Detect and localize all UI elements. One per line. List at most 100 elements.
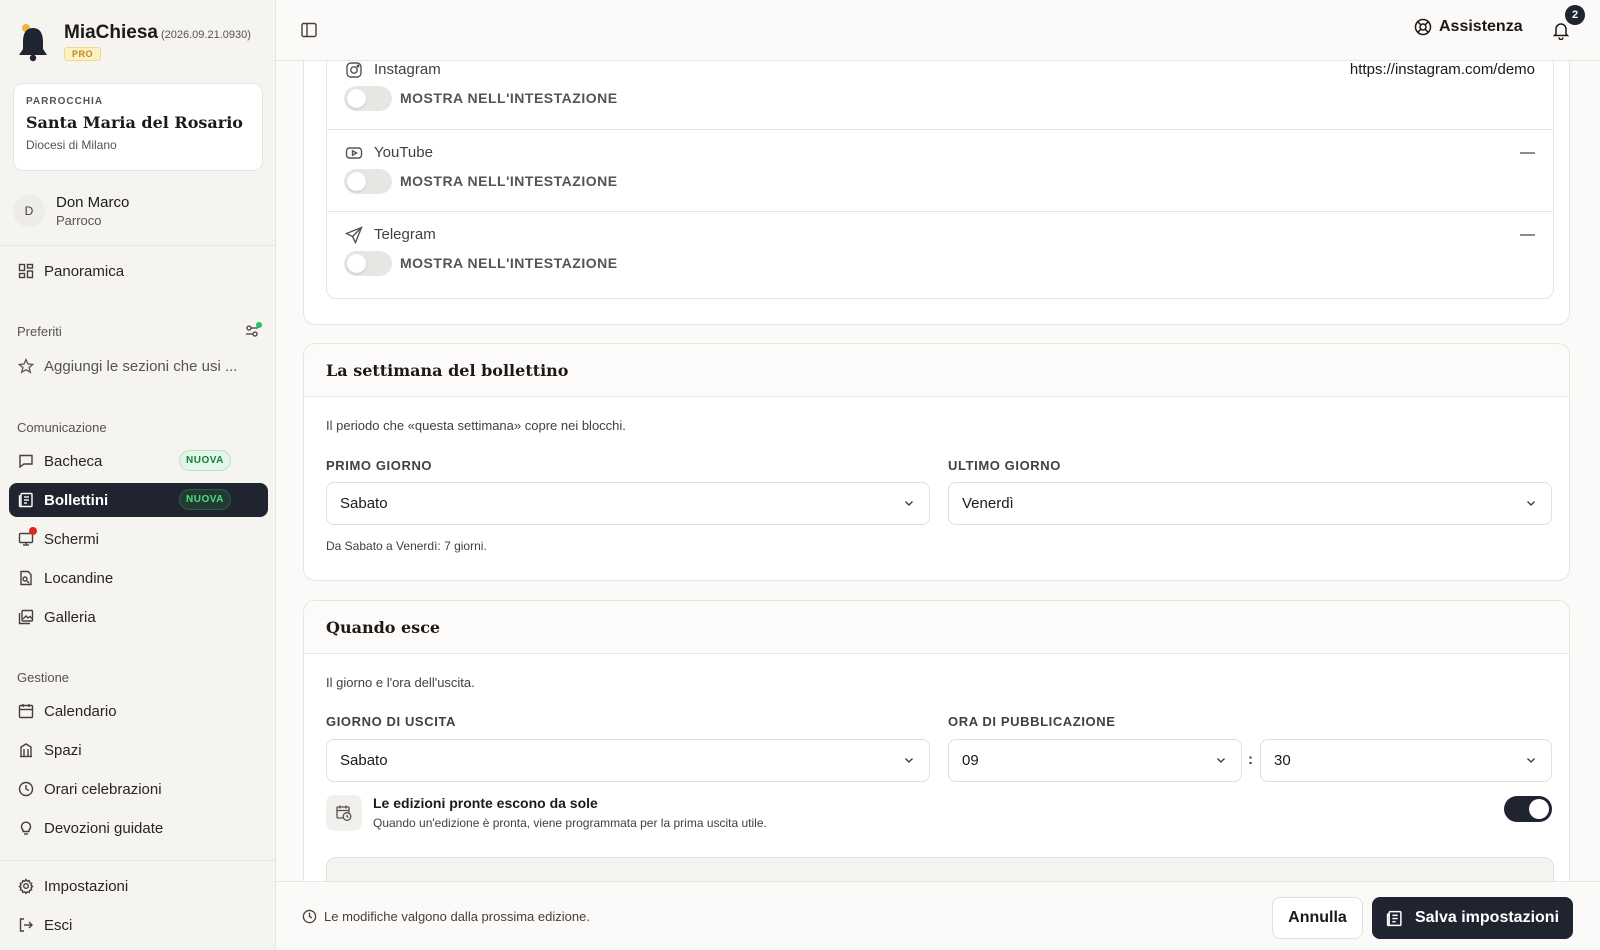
new-badge: NUOVA <box>179 450 231 471</box>
sidebar-item-label: Devozioni guidate <box>44 819 164 837</box>
bell-logo-icon <box>16 22 50 62</box>
alert-dot <box>29 527 37 535</box>
release-description: Il giorno e l'ora dell'uscita. <box>326 675 475 690</box>
pro-badge: PRO <box>64 47 102 61</box>
newspaper-icon <box>17 491 35 509</box>
last-day-value: Venerdì <box>962 495 1014 512</box>
last-day-select[interactable]: Venerdì <box>948 482 1552 525</box>
chevron-down-icon <box>1215 754 1227 766</box>
chevron-down-icon <box>1525 754 1537 766</box>
telegram-icon <box>345 226 363 244</box>
auto-publish-toggle[interactable] <box>1504 796 1552 822</box>
newspaper-icon <box>1386 910 1415 927</box>
management-label: Gestione <box>17 670 70 685</box>
week-hint: Da Sabato a Venerdì: 7 giorni. <box>326 539 487 553</box>
lightbulb-icon <box>17 819 35 837</box>
release-day-select[interactable]: Sabato <box>326 739 930 782</box>
sidebar-item-bacheca[interactable]: Bacheca NUOVA <box>9 444 268 478</box>
brand-name: MiaChiesa <box>64 22 158 43</box>
clock-icon <box>17 780 35 798</box>
show-in-header-toggle[interactable] <box>344 251 392 276</box>
sidebar: MiaChiesa (2026.09.21.0930) PRO PARROCCHI… <box>0 0 276 950</box>
sidebar-item-label: Impostazioni <box>44 877 129 895</box>
lifebuoy-icon <box>1414 18 1432 36</box>
sidebar-item-galleria[interactable]: Galleria <box>9 600 268 634</box>
release-card: Quando esce Il giorno e l'ora dell'uscit… <box>303 600 1570 881</box>
favorites-label: Preferiti <box>17 324 62 339</box>
show-in-header-toggle[interactable] <box>344 86 392 111</box>
week-title: La settimana del bollettino <box>304 344 1569 397</box>
parish-card[interactable]: PARROCCHIA Santa Maria del Rosario Dioce… <box>13 83 263 171</box>
week-description: Il periodo che «questa settimana» copre … <box>326 418 626 433</box>
parish-kicker: PARROCCHIA <box>26 96 104 107</box>
publish-hour-select[interactable]: 09 <box>948 739 1242 782</box>
user-profile[interactable]: D Don Marco Parroco <box>13 194 129 228</box>
footer-note: Le modifiche valgono dalla prossima ediz… <box>302 909 590 924</box>
show-in-header-label: MOSTRA NELL'INTESTAZIONE <box>400 255 618 271</box>
communication-label: Comunicazione <box>17 420 107 435</box>
sidebar-item-label: Calendario <box>44 702 117 720</box>
parish-name: Santa Maria del Rosario <box>26 113 243 132</box>
social-row-instagram: Instagram https://instagram.com/demo MOS… <box>327 61 1553 129</box>
footer-note-text: Le modifiche valgono dalla prossima ediz… <box>324 909 590 924</box>
sidebar-item-spazi[interactable]: Spazi <box>9 733 268 767</box>
chevron-down-icon <box>903 754 915 766</box>
sidebar-item-locandine[interactable]: Locandine <box>9 561 268 595</box>
last-day-label: ULTIMO GIORNO <box>948 458 1061 473</box>
show-in-header-toggle[interactable] <box>344 169 392 194</box>
user-name: Don Marco <box>56 194 130 211</box>
social-name: Telegram <box>374 226 436 243</box>
message-icon <box>17 452 35 470</box>
sidebar-item-label: Orari celebrazioni <box>44 780 162 798</box>
sidebar-item-label: Aggiungi le sezioni che usi ... <box>44 357 238 375</box>
chevron-down-icon <box>903 497 915 509</box>
social-url: https://instagram.com/demo <box>1349 61 1535 78</box>
social-url: — <box>1520 144 1535 161</box>
avatar: D <box>13 195 45 227</box>
sidebar-item-devozioni[interactable]: Devozioni guidate <box>9 811 268 845</box>
notification-count: 2 <box>1565 5 1585 25</box>
customize-favorites-icon[interactable] <box>244 322 262 340</box>
auto-publish-subtitle: Quando un'edizione è pronta, viene progr… <box>373 816 767 830</box>
user-role: Parroco <box>56 213 102 228</box>
sidebar-add-favorites[interactable]: Aggiungi le sezioni che usi ... <box>9 349 268 383</box>
sidebar-item-overview[interactable]: Panoramica <box>9 254 268 288</box>
sidebar-item-schermi[interactable]: Schermi <box>9 522 268 556</box>
monitor-icon <box>17 527 37 548</box>
brand[interactable]: MiaChiesa (2026.09.21.0930) PRO <box>16 22 251 62</box>
sidebar-item-calendario[interactable]: Calendario <box>9 694 268 728</box>
help-button[interactable]: Assistenza <box>1414 18 1523 36</box>
sidebar-item-label: Schermi <box>44 530 100 548</box>
publish-minute-select[interactable]: 30 <box>1260 739 1552 782</box>
cancel-button[interactable]: Annulla <box>1272 897 1363 939</box>
release-title: Quando esce <box>304 601 1569 654</box>
first-day-select[interactable]: Sabato <box>326 482 930 525</box>
main-content: Instagram https://instagram.com/demo MOS… <box>276 61 1600 881</box>
building-icon <box>17 741 35 759</box>
divider <box>0 245 276 246</box>
divider <box>0 860 276 861</box>
topbar: Assistenza 2 <box>276 0 1600 61</box>
sidebar-toggle-icon[interactable] <box>300 21 318 39</box>
first-day-label: PRIMO GIORNO <box>326 458 433 473</box>
sidebar-item-esci[interactable]: Esci <box>9 908 268 942</box>
show-in-header-label: MOSTRA NELL'INTESTAZIONE <box>400 90 618 106</box>
gear-icon <box>17 877 35 895</box>
sidebar-item-label: Spazi <box>44 741 82 759</box>
social-row-telegram: Telegram — MOSTRA NELL'INTESTAZIONE <box>327 211 1553 293</box>
logout-icon <box>17 916 35 934</box>
calendar-clock-icon <box>326 795 362 831</box>
sidebar-item-bollettini[interactable]: Bollettini NUOVA <box>9 483 268 517</box>
social-url: — <box>1520 226 1535 243</box>
sidebar-item-impostazioni[interactable]: Impostazioni <box>9 869 268 903</box>
social-name: Instagram <box>374 61 441 78</box>
social-row-youtube: YouTube — MOSTRA NELL'INTESTAZIONE <box>327 129 1553 211</box>
footer-bar: Le modifiche valgono dalla prossima ediz… <box>276 881 1600 950</box>
brand-version: (2026.09.21.0930) <box>160 29 251 41</box>
parish-diocese: Diocesi di Milano <box>26 138 117 152</box>
save-settings-button[interactable]: Salva impostazioni <box>1372 897 1573 939</box>
youtube-icon <box>345 144 363 162</box>
star-icon <box>17 357 35 375</box>
social-list: Instagram https://instagram.com/demo MOS… <box>326 61 1554 299</box>
sidebar-item-orari[interactable]: Orari celebrazioni <box>9 772 268 806</box>
